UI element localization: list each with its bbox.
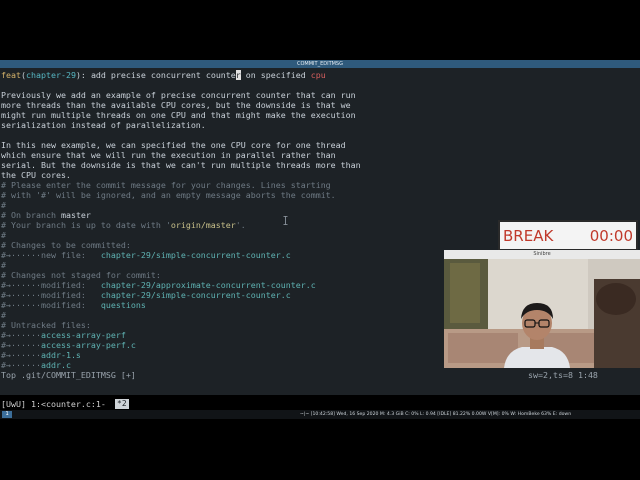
subject-text: add precise concurrent counte: [90, 70, 236, 80]
staged-file-line: #→······new file: chapter-29/simple-conc…: [1, 250, 291, 260]
untracked-file: addr.c: [40, 360, 71, 370]
body-line: the CPU cores.: [1, 170, 71, 180]
unstaged-file: chapter-29/approximate-concurrent-counte…: [100, 280, 316, 290]
tmux-window-tag[interactable]: *2: [115, 399, 129, 409]
subject-text-after: on specified: [240, 70, 311, 80]
body-line: might run multiple threads on one CPU an…: [1, 110, 356, 120]
staged-file: chapter-29/simple-concurrent-counter.c: [100, 250, 291, 260]
branch-line: # On branch master: [1, 210, 91, 220]
webcam-title: Sinibre: [444, 250, 640, 259]
workspace-tag[interactable]: 1: [2, 411, 12, 418]
break-label: BREAK: [503, 227, 554, 245]
comment-line: # Please enter the commit message for yo…: [1, 180, 331, 190]
window-title: COMMIT_EDITMSG: [297, 61, 343, 67]
remote-branch: origin/master: [170, 220, 236, 230]
letterbox-bottom: [0, 421, 640, 480]
comment-line: #: [1, 260, 6, 270]
window-title-bar[interactable]: COMMIT_EDITMSG: [0, 60, 640, 68]
commit-scope: chapter-29: [25, 70, 76, 80]
untracked-file-line: #→······access-array-perf.c: [1, 340, 136, 350]
body-line: more threads than the available CPU core…: [1, 100, 351, 110]
tmux-session[interactable]: [UwU] 1:<counter.c:1-: [1, 399, 106, 409]
mouse-ibeam-icon: [283, 216, 288, 225]
untracked-header: # Untracked files:: [1, 320, 91, 330]
unstaged-file-line: #→······modified: questions: [1, 300, 146, 310]
webcam-window[interactable]: Sinibre: [444, 250, 640, 368]
unstaged-file-line: #→······modified: chapter-29/approximate…: [1, 280, 316, 290]
body-line: serialization instead of parallelization…: [1, 120, 206, 130]
commit-type: feat: [1, 70, 21, 80]
unstaged-header: # Changes not staged for commit:: [1, 270, 161, 280]
statusline-position: sw=2,ts=8 1:48: [528, 370, 598, 380]
branch-name: master: [60, 210, 91, 220]
subject-cpu-word: cpu: [310, 70, 326, 80]
untracked-file: access-array-perf.c: [40, 340, 136, 350]
uptodate-line: # Your branch is up to date with 'origin…: [1, 220, 246, 230]
letterbox-top: [0, 0, 640, 60]
unstaged-file-line: #→······modified: chapter-29/simple-conc…: [1, 290, 291, 300]
break-timer: BREAK 00:00: [498, 220, 638, 251]
webcam-feed: [444, 259, 640, 368]
break-time: 00:00: [589, 227, 633, 245]
untracked-file-line: #→······access-array-perf: [1, 330, 126, 340]
comment-line: #: [1, 200, 6, 210]
body-line: which ensure that we will run the execut…: [1, 150, 336, 160]
untracked-file-line: #→······addr-1.s: [1, 350, 81, 360]
comment-line: #: [1, 230, 6, 240]
untracked-file: access-array-perf: [40, 330, 126, 340]
body-line: serial. But the downside is that we can'…: [1, 160, 361, 170]
staged-header: # Changes to be committed:: [1, 240, 131, 250]
unstaged-file: questions: [100, 300, 146, 310]
comment-line: # with '#' will be ignored, and an empty…: [1, 190, 336, 200]
tmux-status-bar: [UwU] 1:<counter.c:1- *2: [0, 398, 640, 410]
commit-subject-line[interactable]: feat(chapter-29): add precise concurrent…: [1, 70, 326, 80]
body-line: In this new example, we can specified th…: [1, 140, 346, 150]
statusline-file: Top .git/COMMIT_EDITMSG [+]: [1, 370, 136, 380]
vim-statusline: Top .git/COMMIT_EDITMSG [+] sw=2,ts=8 1:…: [0, 370, 640, 381]
system-indicators: ~|~ [10:42:58] Wed, 16 Sep 2020 M: 4.3 G…: [300, 412, 572, 417]
system-status-bar: 1 ~|~ [10:42:58] Wed, 16 Sep 2020 M: 4.3…: [0, 410, 640, 419]
untracked-file: addr-1.s: [40, 350, 81, 360]
untracked-file-line: #→······addr.c: [1, 360, 71, 370]
body-line: Previously we add an example of precise …: [1, 90, 356, 100]
unstaged-file: chapter-29/simple-concurrent-counter.c: [100, 290, 291, 300]
comment-line: #: [1, 310, 6, 320]
